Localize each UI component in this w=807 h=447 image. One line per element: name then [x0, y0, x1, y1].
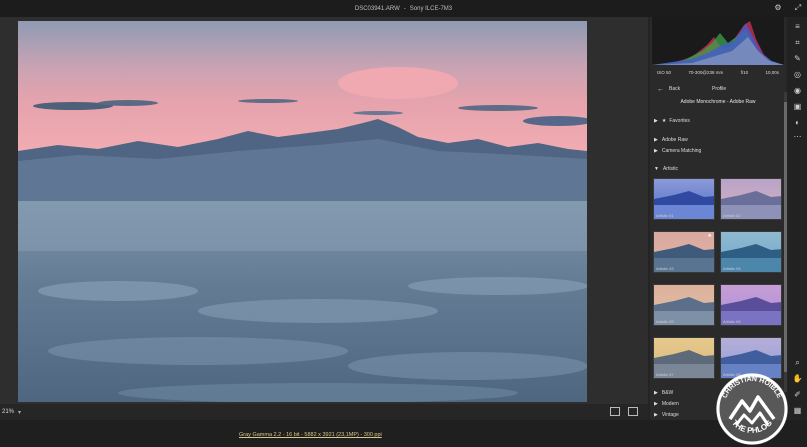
zoom-level[interactable]: 21% — [2, 409, 14, 415]
red-eye-icon[interactable]: ◉ — [792, 85, 803, 96]
expand-right-icon: ▶ — [654, 137, 658, 143]
lens-value: 70-300@238 mm — [688, 70, 724, 75]
profile-thumbnail[interactable]: ★ Artistic 03 — [653, 231, 715, 273]
thumbnail-label: Artistic 06 — [723, 319, 741, 324]
scrollbar-thumb[interactable] — [784, 102, 787, 372]
mask-icon[interactable]: ◎ — [792, 69, 803, 80]
status-bar: Gray Gamma 2.2 - 16 bit - 5882 x 3921 (2… — [0, 420, 807, 447]
group-modern[interactable]: ▶ Modern — [654, 401, 679, 407]
title-separator: - — [403, 5, 406, 12]
preview-canvas — [0, 17, 648, 404]
current-profile-name: Adobe Monochrome - Adobe Raw — [680, 99, 756, 105]
profile-thumbnail[interactable]: Artistic 06 — [720, 284, 782, 326]
zoom-tool-icon[interactable]: ⌕ — [792, 357, 803, 368]
camera-model: Sony ILCE-7M3 — [409, 5, 453, 12]
thumbnail-label: Artistic 01 — [656, 213, 674, 218]
fullscreen-icon[interactable]: ⤢ — [793, 3, 803, 13]
thumbnail-label: Artistic 05 — [656, 319, 674, 324]
group-label: B&W — [661, 390, 674, 396]
star-icon: ★ — [661, 118, 667, 124]
favorite-star-icon[interactable]: ★ — [708, 233, 712, 239]
group-favorites[interactable]: ▶ ★ Favorites — [654, 118, 690, 124]
grid-icon[interactable]: ▦ — [792, 405, 803, 416]
group-label: Vintage — [661, 412, 679, 418]
expand-right-icon: ▶ — [654, 401, 658, 407]
expand-right-icon: ▶ — [654, 118, 658, 124]
group-adobe-raw[interactable]: ▶ Adobe Raw — [654, 137, 688, 143]
group-bw[interactable]: ▶ B&W — [654, 390, 673, 396]
thumbnail-label: Artistic 02 — [723, 213, 741, 218]
expand-right-icon: ▶ — [654, 390, 658, 396]
workflow-options-link[interactable]: Gray Gamma 2.2 - 16 bit - 5882 x 3921 (2… — [239, 432, 382, 438]
color-sampler-icon[interactable]: ✐ — [792, 389, 803, 400]
camera-info: ISO 50 70-300@238 mm f/10 10,00s — [652, 67, 784, 78]
profile-header: ← Back Profile — [652, 83, 784, 95]
bottom-toolbar: 21% ▾ — [0, 404, 648, 420]
snapshots-icon[interactable]: ▣ — [792, 101, 803, 112]
group-label: Favorites — [669, 118, 690, 124]
iso-value: ISO 50 — [657, 70, 672, 75]
file-name: DSC03941.ARW — [354, 5, 400, 12]
before-after-icon[interactable] — [628, 407, 638, 416]
expand-right-icon: ▶ — [654, 412, 658, 418]
hand-tool-icon[interactable]: ✋ — [792, 373, 803, 384]
group-label: Camera Matching — [661, 148, 702, 154]
group-label: Modern — [661, 401, 679, 407]
tool-strip: ≡ ⌗ ✎ ◎ ◉ ▣ ◐ ⋯ ⌕ ✋ ✐ ▦ — [788, 17, 807, 420]
camera-raw-window: DSC03941.ARW - Sony ILCE-7M3 ⚙ ⤢ 21% ▾ I… — [0, 0, 807, 447]
group-label: Artistic — [662, 166, 678, 172]
thumbnail-label: Artistic 04 — [723, 266, 741, 271]
group-vintage[interactable]: ▶ Vintage — [654, 412, 679, 418]
crop-icon[interactable]: ⌗ — [792, 37, 803, 48]
expand-down-icon: ▼ — [654, 166, 659, 172]
profile-thumbnail[interactable]: Artistic 05 — [653, 284, 715, 326]
thumbnail-label: Artistic 03 — [656, 266, 674, 271]
back-arrow-icon[interactable]: ← — [657, 86, 664, 93]
single-view-icon[interactable] — [610, 407, 620, 416]
profile-thumbnail[interactable]: Artistic 07 — [653, 337, 715, 379]
right-panel: ISO 50 70-300@238 mm f/10 10,00s ← Back … — [650, 17, 786, 420]
zoom-dropdown-icon[interactable]: ▾ — [18, 409, 21, 416]
photo-preview[interactable] — [18, 21, 587, 402]
title-bar: DSC03941.ARW - Sony ILCE-7M3 ⚙ ⤢ — [0, 0, 807, 17]
back-button[interactable]: Back — [669, 86, 680, 92]
group-artistic[interactable]: ▼ Artistic — [654, 166, 678, 172]
the-phlog-watermark-logo: CHRISTIAN HOIBLE THE PHLOG — [712, 367, 792, 447]
shutter-value: 10,00s — [765, 70, 779, 75]
expand-right-icon: ▶ — [654, 148, 658, 154]
edit-icon[interactable]: ≡ — [792, 21, 803, 32]
thumbnail-label: Artistic 07 — [656, 372, 674, 377]
aperture-value: f/10 — [740, 70, 749, 75]
profile-panel-title: Profile — [712, 86, 727, 92]
presets-icon[interactable]: ◐ — [792, 117, 803, 128]
settings-icon[interactable]: ⚙ — [773, 3, 783, 13]
histogram — [652, 17, 784, 65]
profile-thumbnail[interactable]: Artistic 01 — [653, 178, 715, 220]
profile-thumbnail[interactable]: Artistic 04 — [720, 231, 782, 273]
panel-scrollbar[interactable] — [784, 92, 787, 392]
more-icon[interactable]: ⋯ — [792, 131, 803, 142]
group-label: Adobe Raw — [661, 137, 688, 143]
profile-thumbnail[interactable]: Artistic 02 — [720, 178, 782, 220]
healing-brush-icon[interactable]: ✎ — [792, 53, 803, 64]
group-camera-matching[interactable]: ▶ Camera Matching — [654, 148, 701, 154]
